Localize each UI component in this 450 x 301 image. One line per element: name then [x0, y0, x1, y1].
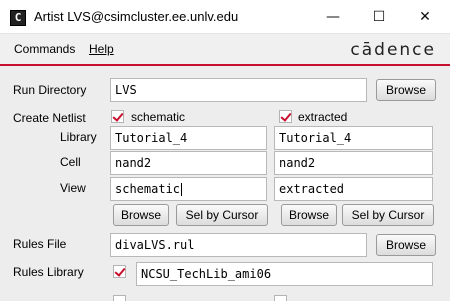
- cadence-logo: cādence: [350, 40, 436, 60]
- extracted-cell-input[interactable]: nand2: [274, 151, 433, 175]
- run-directory-input[interactable]: LVS: [110, 78, 367, 102]
- rules-library-input[interactable]: NCSU_TechLib_ami06: [136, 262, 433, 286]
- schematic-view-value: schematic: [115, 182, 181, 196]
- menu-commands[interactable]: Commands: [14, 42, 75, 56]
- partial-checkbox-left[interactable]: [113, 295, 126, 301]
- extracted-library-input[interactable]: Tutorial_4: [274, 126, 433, 150]
- title-bar: C Artist LVS@csimcluster.ee.unlv.edu — ☐…: [0, 0, 450, 34]
- schematic-checkbox[interactable]: [111, 110, 124, 123]
- window-title: Artist LVS@csimcluster.ee.unlv.edu: [34, 9, 239, 24]
- library-label: Library: [60, 130, 97, 144]
- extracted-browse-button[interactable]: Browse: [281, 204, 337, 226]
- run-directory-browse-button[interactable]: Browse: [376, 79, 436, 101]
- rules-file-input[interactable]: divaLVS.rul: [110, 233, 367, 257]
- menu-help[interactable]: Help: [89, 42, 114, 56]
- extracted-checkbox[interactable]: [279, 110, 292, 123]
- extracted-view-input[interactable]: extracted: [274, 177, 433, 201]
- lvs-form: Run Directory LVS Browse Create Netlist …: [0, 66, 450, 301]
- schematic-sel-by-cursor-button[interactable]: Sel by Cursor: [176, 204, 268, 226]
- create-netlist-label: Create Netlist: [13, 111, 86, 125]
- rules-file-browse-button[interactable]: Browse: [376, 234, 436, 256]
- minimize-button[interactable]: —: [310, 0, 356, 33]
- schematic-cell-input[interactable]: nand2: [110, 151, 267, 175]
- rules-file-label: Rules File: [13, 237, 67, 251]
- extracted-sel-by-cursor-button[interactable]: Sel by Cursor: [342, 204, 434, 226]
- close-button[interactable]: ✕: [402, 0, 448, 33]
- maximize-button[interactable]: ☐: [356, 0, 402, 33]
- text-caret: [181, 183, 183, 196]
- run-directory-label: Run Directory: [13, 83, 87, 97]
- cell-label: Cell: [60, 155, 81, 169]
- schematic-library-input[interactable]: Tutorial_4: [110, 126, 267, 150]
- app-icon: C: [10, 10, 26, 26]
- schematic-view-input[interactable]: schematic: [110, 177, 267, 201]
- schematic-browse-button[interactable]: Browse: [113, 204, 169, 226]
- partial-checkbox-right[interactable]: [274, 295, 287, 301]
- extracted-checkbox-label: extracted: [298, 110, 348, 124]
- schematic-checkbox-label: schematic: [131, 110, 186, 124]
- menu-bar: Commands Help cādence: [0, 34, 450, 64]
- rules-library-checkbox[interactable]: [113, 265, 126, 278]
- view-label: View: [60, 181, 86, 195]
- rules-library-label: Rules Library: [13, 265, 84, 279]
